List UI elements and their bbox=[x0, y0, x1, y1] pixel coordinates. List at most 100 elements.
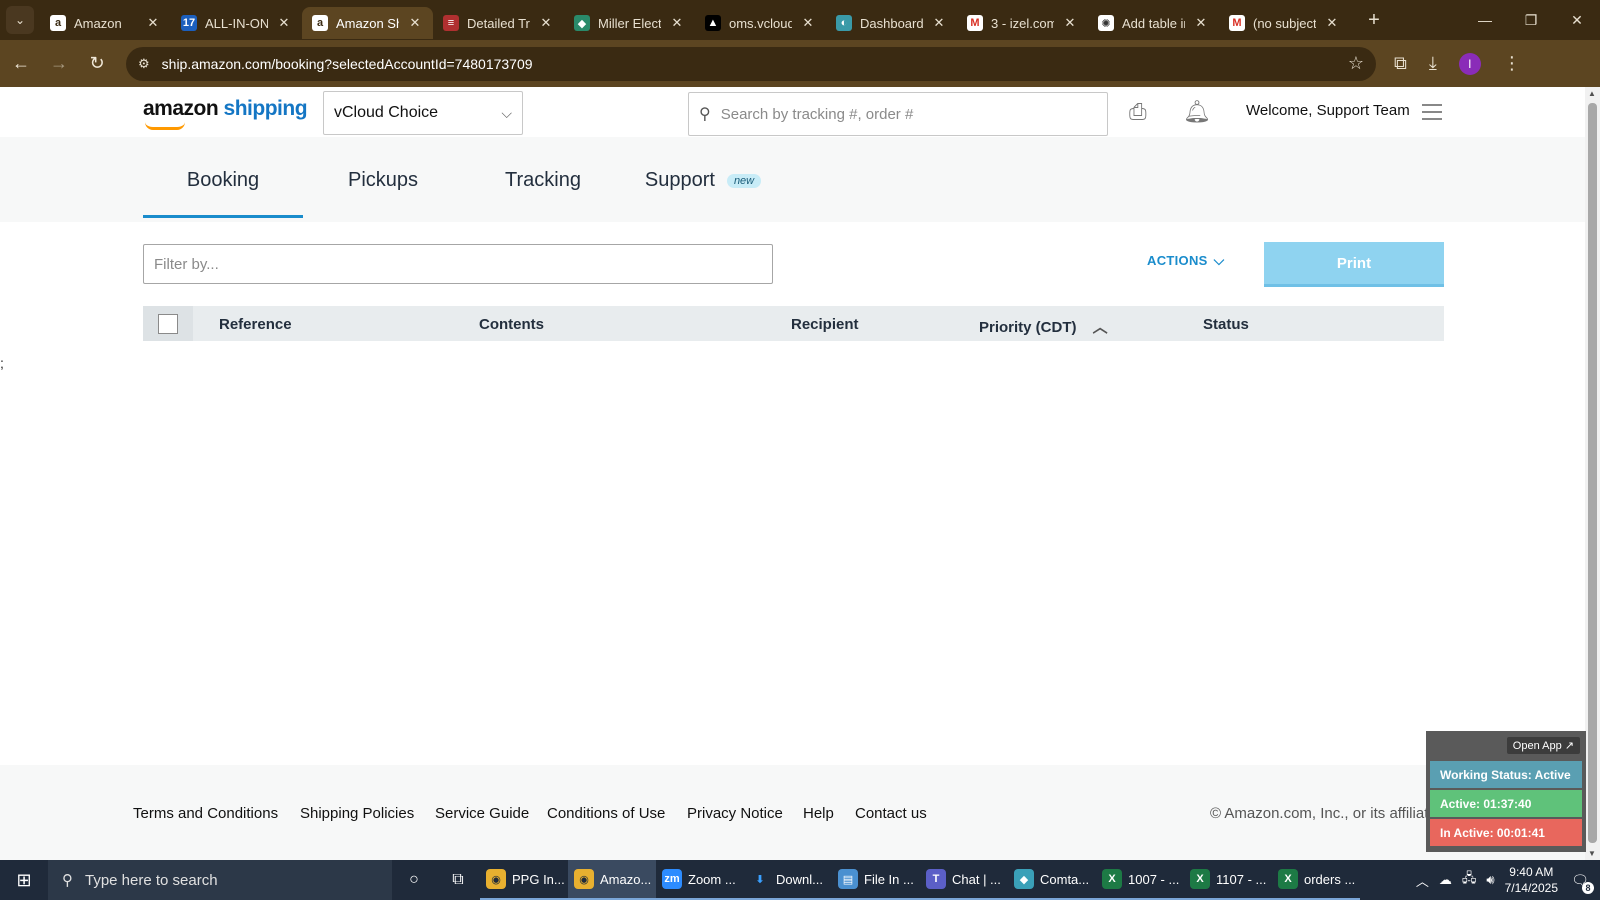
taskbar-app[interactable]: Xorders ... bbox=[1272, 860, 1360, 900]
browser-tab[interactable]: a Amazon Shi ✕ bbox=[302, 7, 433, 39]
browser-tab[interactable]: a Amazon ✕ bbox=[40, 7, 171, 39]
download-icon[interactable]: ⤓ bbox=[1429, 53, 1437, 74]
close-tab-icon[interactable]: ✕ bbox=[1062, 15, 1078, 31]
close-tab-icon[interactable]: ✕ bbox=[145, 15, 161, 31]
address-bar[interactable]: ⚙ ship.amazon.com/booking?selectedAccoun… bbox=[126, 46, 1376, 81]
onedrive-icon[interactable]: ☁ bbox=[1439, 872, 1452, 888]
printer-icon[interactable]: ⎙ bbox=[1129, 99, 1147, 125]
taskbar-search[interactable]: ⚲ Type here to search bbox=[48, 860, 392, 900]
tab-pickups-label: Pickups bbox=[347, 169, 419, 191]
footer-link-service-guide[interactable]: Service Guide bbox=[435, 805, 529, 822]
browser-tab[interactable]: ◐ Dashboard ✕ bbox=[826, 7, 957, 39]
minimize-button[interactable]: — bbox=[1462, 0, 1508, 40]
amazon-shipping-logo[interactable]: amazon shipping bbox=[143, 97, 308, 130]
column-header-contents[interactable]: Contents bbox=[479, 316, 544, 333]
taskbar-app[interactable]: X 1107 - ... bbox=[1184, 860, 1272, 900]
restore-button[interactable]: ❐ bbox=[1508, 0, 1554, 40]
footer-link-terms[interactable]: Terms and Conditions bbox=[133, 805, 278, 822]
close-tab-icon[interactable]: ✕ bbox=[931, 15, 947, 31]
open-app-button[interactable]: Open App ↗ bbox=[1506, 737, 1580, 754]
browser-tab[interactable]: M 3 - izel.com ✕ bbox=[957, 7, 1088, 39]
taskbar-app[interactable]: X 1007 - ... bbox=[1096, 860, 1184, 900]
close-tab-icon[interactable]: ✕ bbox=[1193, 15, 1209, 31]
new-badge: new bbox=[726, 174, 762, 188]
browser-tab[interactable]: ✺ Add table in ✕ bbox=[1088, 7, 1219, 39]
new-tab-button[interactable]: + bbox=[1360, 9, 1388, 32]
zoom-icon: zm bbox=[662, 869, 682, 889]
windows-start-button[interactable]: ⊞ bbox=[0, 860, 48, 900]
taskbar-app[interactable]: ◉ PPG In... bbox=[480, 860, 568, 900]
browser-tab[interactable]: M (no subject) ✕ bbox=[1219, 7, 1350, 39]
tracking-search-input[interactable] bbox=[720, 105, 1081, 123]
task-view-button[interactable]: ⧉ bbox=[436, 860, 480, 900]
shipments-table-header: Reference Contents Recipient Priority (C… bbox=[143, 306, 1444, 341]
column-header-recipient[interactable]: Recipient bbox=[791, 316, 859, 333]
browser-tab[interactable]: ▲ oms.vcloud ✕ bbox=[695, 7, 826, 39]
extensions-icon[interactable]: ⧉ bbox=[1394, 53, 1407, 74]
bookmark-star-icon[interactable]: ☆ bbox=[1348, 53, 1364, 74]
browser-tab[interactable]: ≡ Detailed Tra ✕ bbox=[433, 7, 564, 39]
network-icon[interactable]: 🖧︎ bbox=[1462, 869, 1477, 891]
tray-overflow-icon[interactable]: ︿ bbox=[1416, 871, 1429, 890]
volume-icon[interactable]: 🔊︎ bbox=[1486, 872, 1494, 888]
reload-button[interactable]: ↻ bbox=[80, 47, 114, 81]
hamburger-menu-icon[interactable] bbox=[1422, 104, 1442, 125]
taskbar-app-label: Zoom ... bbox=[688, 871, 736, 887]
footer-link-help[interactable]: Help bbox=[803, 805, 834, 822]
taskbar-app[interactable]: T Chat | ... bbox=[920, 860, 1008, 900]
column-header-priority[interactable]: Priority (CDT) ︿ bbox=[979, 316, 1108, 337]
close-tab-icon[interactable]: ✕ bbox=[669, 15, 685, 31]
tab-booking[interactable]: Booking bbox=[143, 169, 303, 218]
chrome-icon: ◉ bbox=[486, 869, 506, 889]
taskbar-app[interactable]: ◆ Comta... bbox=[1008, 860, 1096, 900]
browser-tab[interactable]: 17 ALL-IN-ONE ✕ bbox=[171, 7, 302, 39]
close-tab-icon[interactable]: ✕ bbox=[538, 15, 554, 31]
taskbar-app[interactable]: zm Zoom ... bbox=[656, 860, 744, 900]
cortana-button[interactable]: ○ bbox=[392, 860, 436, 900]
close-tab-icon[interactable]: ✕ bbox=[1324, 15, 1340, 31]
column-header-reference[interactable]: Reference bbox=[219, 316, 292, 333]
taskbar-apps: ◉ PPG In... ◉ Amazo... zm Zoom ... ⬇ Downl... ▤ F… bbox=[480, 860, 1360, 900]
footer-link-shipping-policies[interactable]: Shipping Policies bbox=[300, 805, 414, 822]
site-info-icon[interactable]: ⚙ bbox=[138, 56, 150, 72]
task-view-icon: ⧉ bbox=[452, 871, 464, 888]
page-scrollbar[interactable]: ▲ ▼ bbox=[1585, 87, 1600, 860]
taskbar-app-label: Amazo... bbox=[600, 871, 652, 887]
close-tab-icon[interactable]: ✕ bbox=[407, 15, 423, 31]
back-button[interactable]: ← bbox=[4, 47, 38, 81]
tab-pickups[interactable]: Pickups bbox=[303, 169, 463, 218]
footer-link-contact[interactable]: Contact us bbox=[855, 805, 927, 822]
tab-title: Add table in bbox=[1122, 15, 1185, 31]
tab-tracking[interactable]: Tracking bbox=[463, 169, 623, 218]
close-window-button[interactable]: ✕ bbox=[1554, 0, 1600, 40]
tab-support[interactable]: Support new bbox=[623, 169, 783, 218]
print-button[interactable]: Print bbox=[1264, 242, 1444, 287]
scroll-up-arrow-icon[interactable]: ▲ bbox=[1588, 89, 1596, 98]
browser-tab[interactable]: ◆ Miller Electr ✕ bbox=[564, 7, 695, 39]
bell-icon[interactable]: 🔔︎ bbox=[1183, 99, 1211, 125]
scroll-down-arrow-icon[interactable]: ▼ bbox=[1588, 849, 1596, 858]
account-select[interactable]: vCloud Choice ⌵ bbox=[323, 91, 523, 135]
profile-avatar[interactable]: I bbox=[1458, 52, 1481, 75]
column-header-status[interactable]: Status bbox=[1203, 316, 1249, 333]
browser-menu-icon[interactable]: ⋮ bbox=[1503, 53, 1521, 74]
sort-ascending-icon: ︿ bbox=[1092, 319, 1108, 336]
close-tab-icon[interactable]: ✕ bbox=[276, 15, 292, 31]
taskbar-app[interactable]: ▤ File In ... bbox=[832, 860, 920, 900]
notifications-button[interactable]: 🗨︎ 8 bbox=[1568, 868, 1594, 894]
footer-link-conditions[interactable]: Conditions of Use bbox=[547, 805, 665, 822]
select-all-checkbox[interactable] bbox=[158, 313, 178, 334]
tab-title: oms.vcloud bbox=[729, 15, 792, 31]
tab-search-button[interactable]: ⌄ bbox=[6, 6, 34, 34]
forward-button[interactable]: → bbox=[42, 47, 76, 81]
actions-dropdown[interactable]: ACTIONS ⌵ bbox=[1147, 252, 1225, 269]
windows-logo-icon: ⊞ bbox=[16, 869, 32, 890]
close-tab-icon[interactable]: ✕ bbox=[800, 15, 816, 31]
scrollbar-thumb[interactable] bbox=[1588, 103, 1597, 843]
actions-label: ACTIONS bbox=[1147, 253, 1208, 268]
footer-link-privacy[interactable]: Privacy Notice bbox=[687, 805, 783, 822]
taskbar-app[interactable]: ⬇ Downl... bbox=[744, 860, 832, 900]
taskbar-app[interactable]: ◉ Amazo... bbox=[568, 860, 656, 900]
system-clock[interactable]: 9:40 AM 7/14/2025 bbox=[1505, 864, 1558, 896]
filter-input[interactable] bbox=[143, 244, 773, 284]
